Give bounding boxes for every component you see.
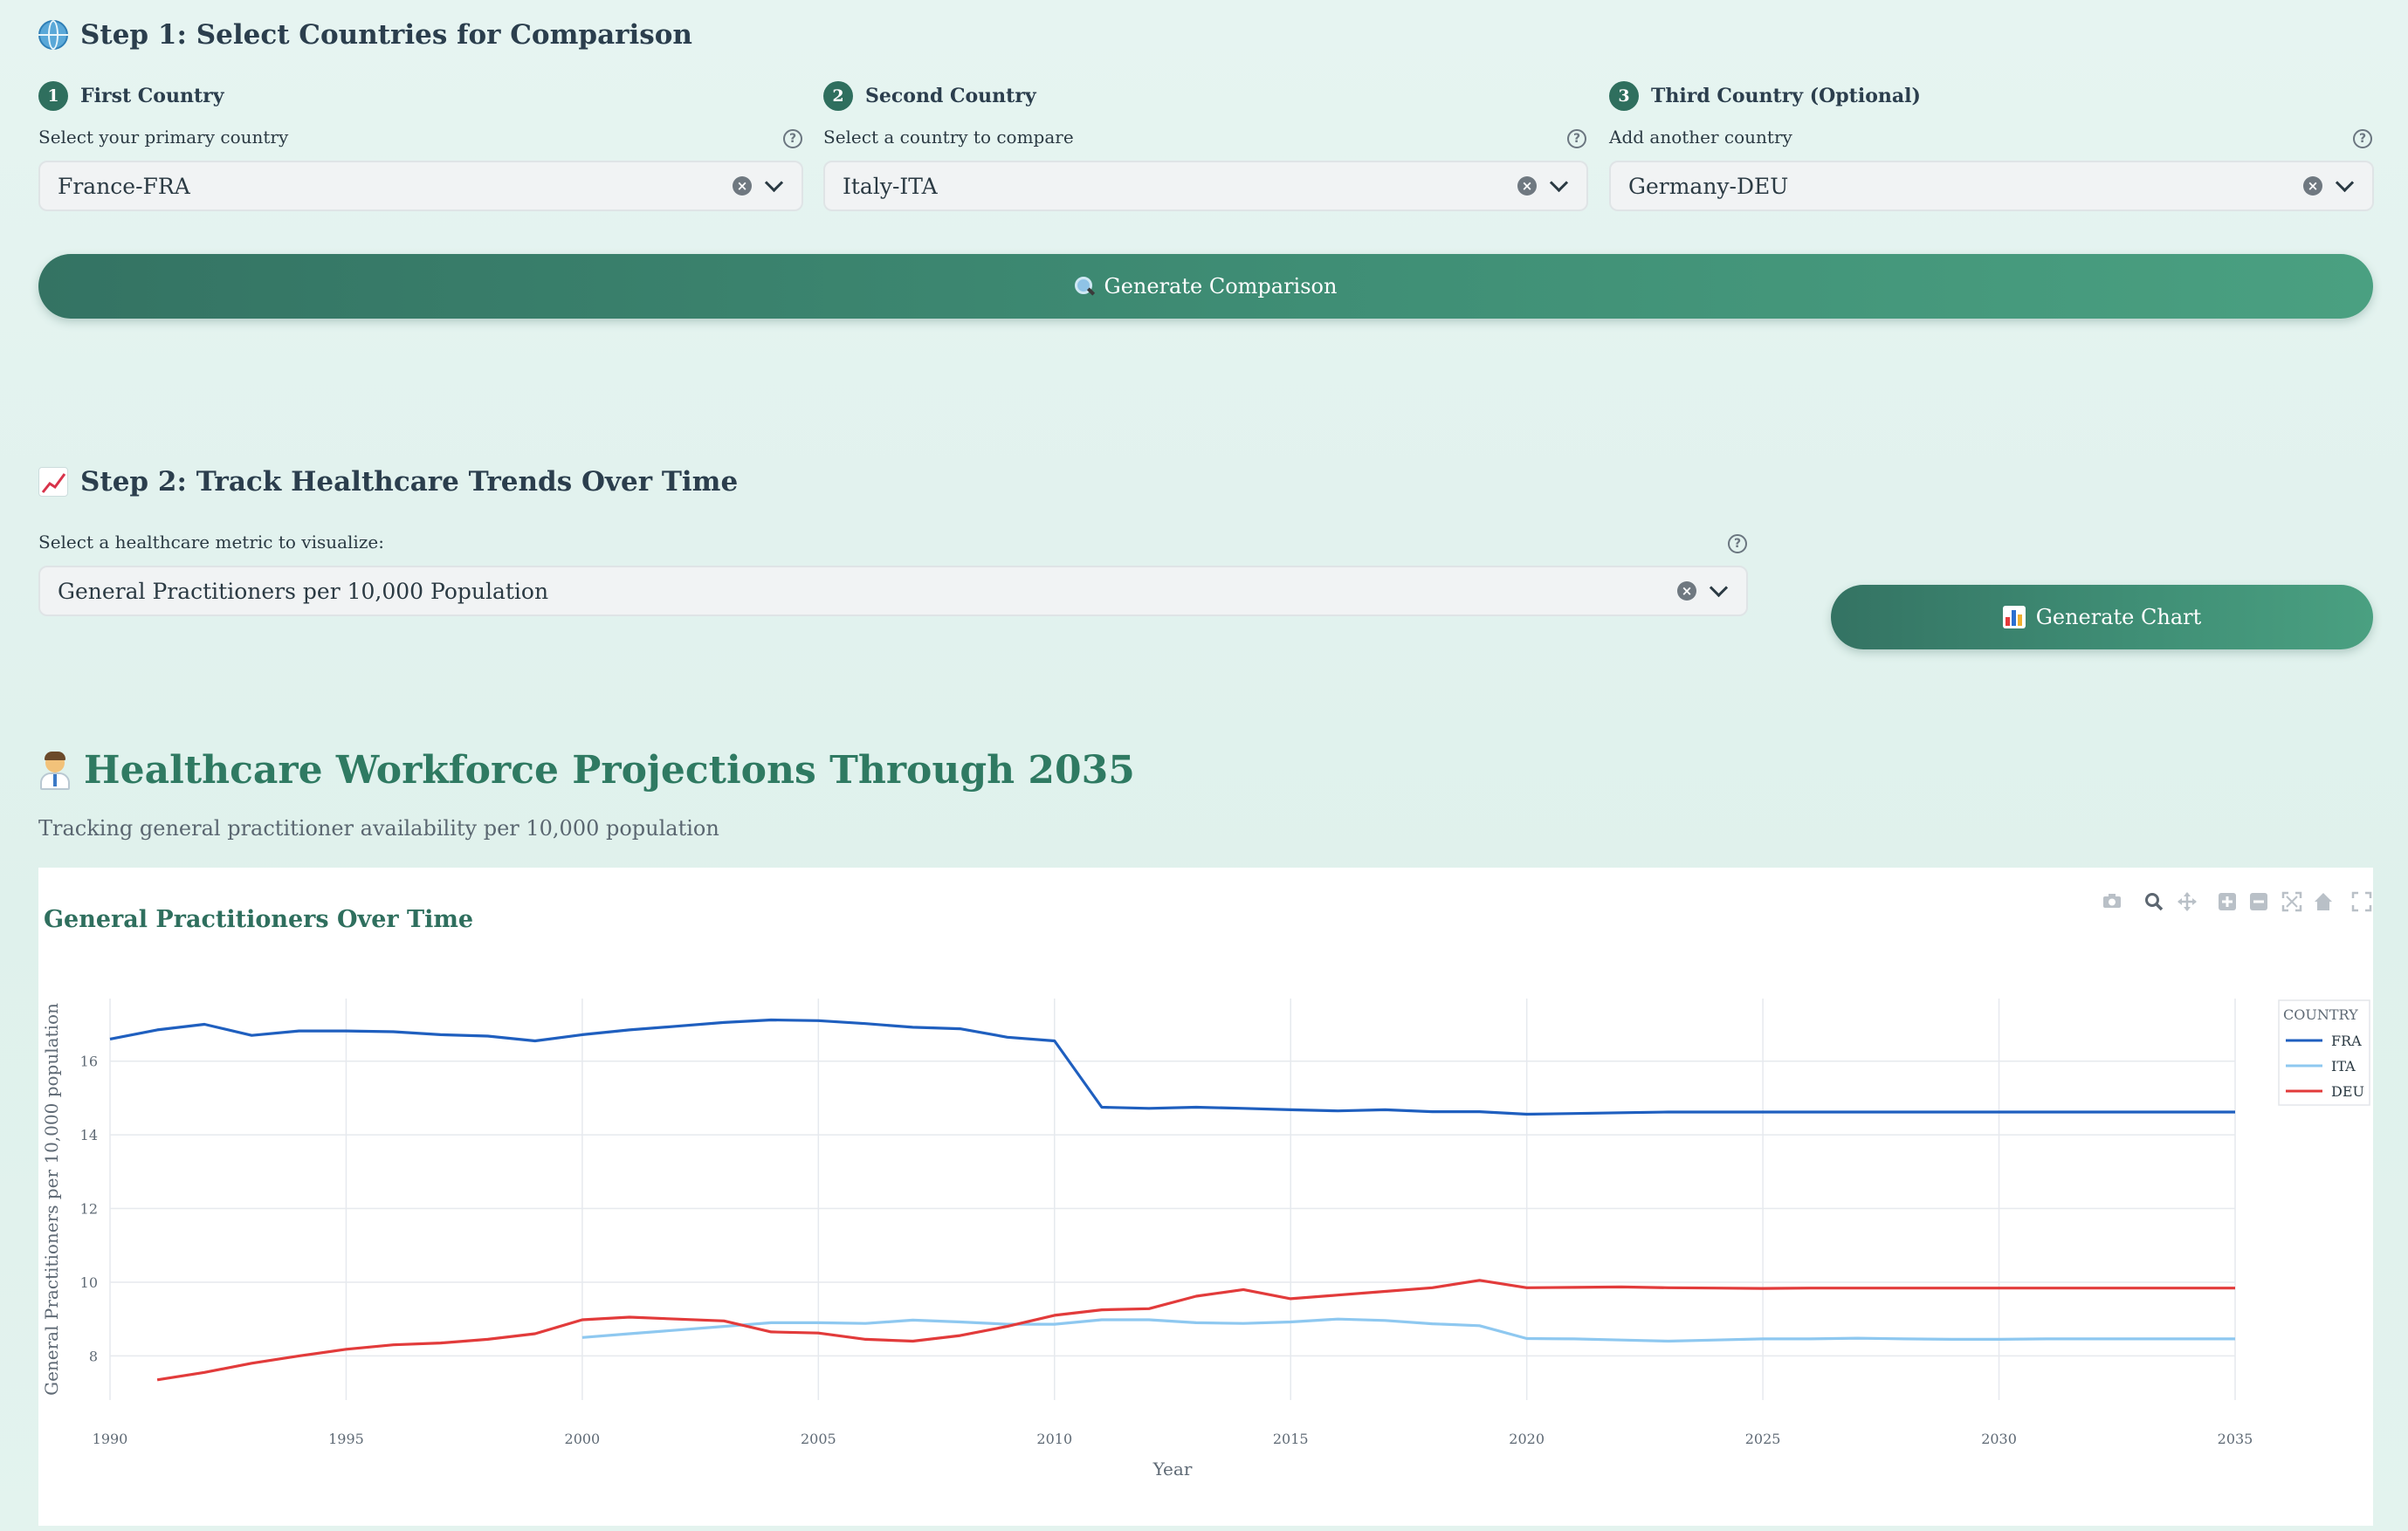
- y-tick-label: 8: [89, 1348, 98, 1364]
- trend-chart-icon: [38, 467, 68, 497]
- chevron-down-icon[interactable]: [2335, 173, 2355, 192]
- magnifier-icon: [1074, 277, 1094, 296]
- generate-chart-button[interactable]: Generate Chart: [1831, 585, 2373, 649]
- chevron-down-icon[interactable]: [1549, 173, 1569, 192]
- third-country-heading-text: Third Country (Optional): [1651, 85, 1921, 107]
- metric-select[interactable]: General Practitioners per 10,000 Populat…: [38, 566, 1748, 616]
- first-country-value: France-FRA: [58, 173, 190, 199]
- x-tick-label: 2030: [1981, 1431, 2017, 1447]
- step-number-badge: 1: [38, 81, 68, 111]
- generate-comparison-button[interactable]: Generate Comparison: [38, 254, 2373, 319]
- doctor-icon: [38, 751, 72, 790]
- second-country-value: Italy-ITA: [843, 173, 938, 199]
- home-icon[interactable]: [2315, 893, 2332, 910]
- legend-item-fra: FRA: [2331, 1033, 2362, 1049]
- line-chart[interactable]: General Practitioners Over Time 1990 1995 2…: [38, 868, 2373, 1526]
- x-axis-label: Year: [1152, 1459, 1193, 1480]
- first-country-heading: 1 First Country: [38, 81, 224, 111]
- first-country-heading-text: First Country: [80, 85, 224, 107]
- third-country-select[interactable]: Germany-DEU ×: [1609, 161, 2374, 211]
- second-country-heading: 2 Second Country: [823, 81, 1036, 111]
- step-number-badge: 2: [823, 81, 853, 111]
- generate-chart-label: Generate Chart: [2035, 605, 2202, 629]
- help-icon[interactable]: ?: [2353, 129, 2372, 148]
- clear-icon[interactable]: ×: [1517, 176, 1537, 196]
- metric-value: General Practitioners per 10,000 Populat…: [58, 578, 549, 604]
- step1-title-text: Step 1: Select Countries for Comparison: [80, 19, 692, 51]
- help-icon[interactable]: ?: [1567, 129, 1586, 148]
- x-tick-label: 1990: [93, 1431, 128, 1447]
- y-tick-label: 16: [80, 1054, 98, 1070]
- autoscale-icon[interactable]: [2281, 891, 2302, 912]
- globe-icon: [38, 20, 68, 50]
- camera-icon[interactable]: [2103, 894, 2121, 908]
- x-tick-label: 2005: [801, 1431, 836, 1447]
- bar-chart-icon: [2002, 606, 2026, 628]
- x-tick-label: 2020: [1509, 1431, 1545, 1447]
- pan-icon[interactable]: [2178, 892, 2197, 911]
- y-axis-label: General Practitioners per 10,000 populat…: [41, 1003, 62, 1396]
- x-tick-label: 2025: [1745, 1431, 1781, 1447]
- clear-icon[interactable]: ×: [733, 176, 752, 196]
- third-country-label: Add another country: [1609, 127, 1792, 148]
- x-tick-label: 2000: [565, 1431, 601, 1447]
- y-tick-label: 10: [80, 1274, 98, 1291]
- zoom-out-icon[interactable]: [2250, 893, 2267, 910]
- second-country-label: Select a country to compare: [823, 127, 1074, 148]
- section-title: Healthcare Workforce Projections Through…: [38, 748, 1135, 793]
- chevron-down-icon[interactable]: [1709, 578, 1729, 597]
- step-number-badge: 3: [1609, 81, 1639, 111]
- help-icon[interactable]: ?: [1728, 534, 1747, 553]
- help-icon[interactable]: ?: [783, 129, 802, 148]
- first-country-select[interactable]: France-FRA ×: [38, 161, 803, 211]
- chart-title: General Practitioners Over Time: [44, 906, 473, 933]
- legend-item-deu: DEU: [2331, 1083, 2364, 1100]
- chevron-down-icon[interactable]: [764, 173, 784, 192]
- step2-title-text: Step 2: Track Healthcare Trends Over Tim…: [80, 466, 739, 498]
- step2-title: Step 2: Track Healthcare Trends Over Tim…: [38, 466, 738, 498]
- second-country-heading-text: Second Country: [865, 85, 1036, 107]
- metric-label: Select a healthcare metric to visualize:: [38, 532, 384, 553]
- first-country-label: Select your primary country: [38, 127, 289, 148]
- clear-icon[interactable]: ×: [2303, 176, 2322, 196]
- clear-icon[interactable]: ×: [1677, 581, 1696, 601]
- x-tick-label: 2010: [1036, 1431, 1072, 1447]
- y-tick-label: 12: [80, 1201, 98, 1218]
- y-tick-label: 14: [80, 1127, 98, 1143]
- series-line-fra: [109, 1018, 2235, 1116]
- third-country-value: Germany-DEU: [1628, 173, 1789, 199]
- legend-item-ita: ITA: [2331, 1058, 2356, 1074]
- series-line-deu: [156, 1279, 2235, 1382]
- fullscreen-icon[interactable]: [2351, 891, 2372, 912]
- x-tick-label: 2035: [2218, 1431, 2253, 1447]
- zoom-in-icon[interactable]: [2219, 893, 2236, 910]
- x-tick-label: 1995: [328, 1431, 364, 1447]
- x-tick-label: 2015: [1273, 1431, 1309, 1447]
- series-line-ita: [581, 1317, 2235, 1343]
- zoom-icon[interactable]: [2145, 893, 2164, 911]
- second-country-select[interactable]: Italy-ITA ×: [823, 161, 1588, 211]
- chart-card: General Practitioners Over Time 1990 1995 2…: [38, 868, 2373, 1526]
- section-description: Tracking general practitioner availabili…: [38, 816, 719, 841]
- legend-title: COUNTRY: [2283, 1006, 2358, 1023]
- section-title-text: Healthcare Workforce Projections Through…: [84, 748, 1135, 793]
- step1-title: Step 1: Select Countries for Comparison: [38, 19, 692, 51]
- third-country-heading: 3 Third Country (Optional): [1609, 81, 1921, 111]
- generate-comparison-label: Generate Comparison: [1104, 274, 1338, 299]
